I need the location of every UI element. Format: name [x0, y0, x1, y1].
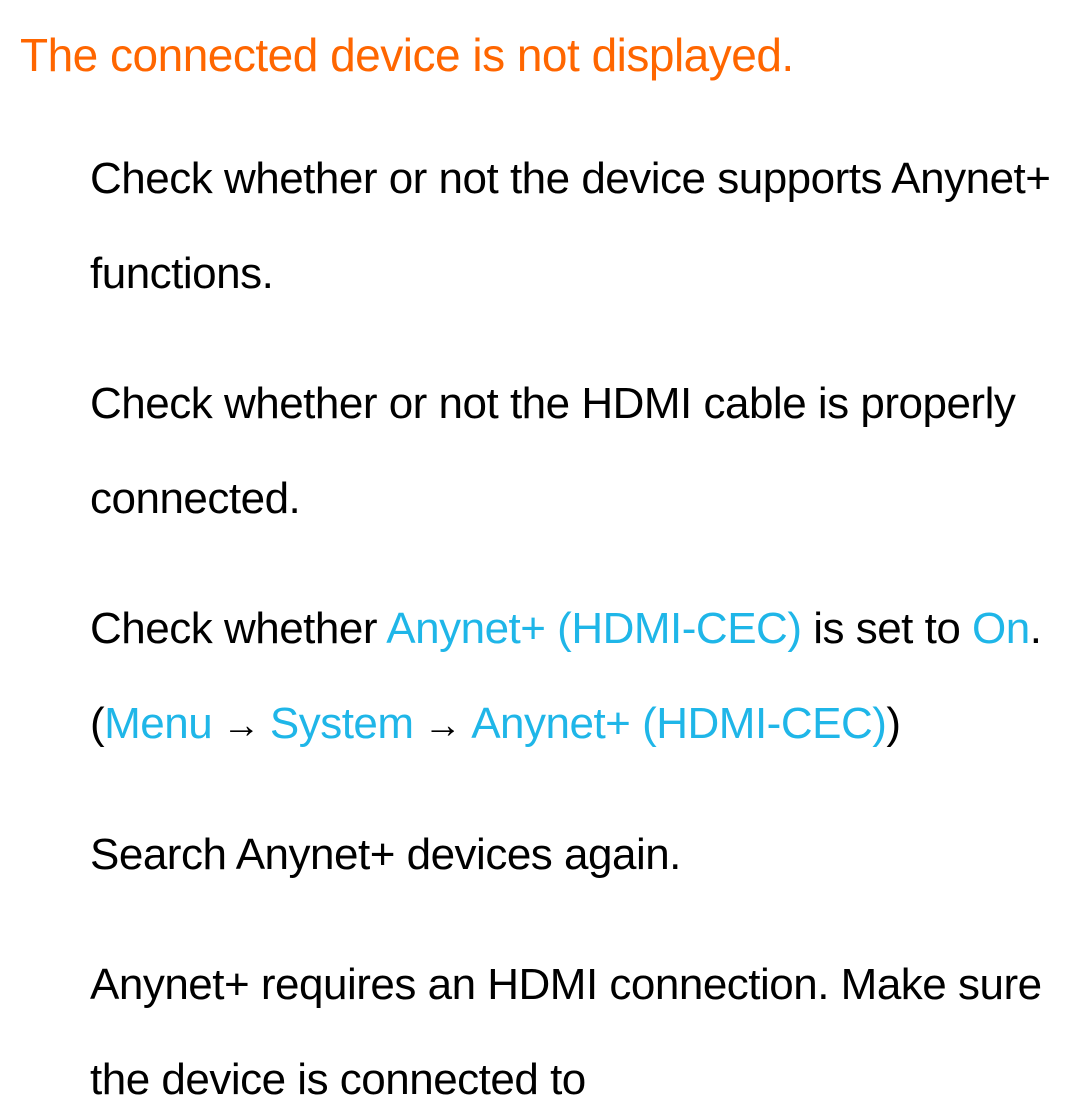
section-heading: The connected device is not displayed. [20, 28, 1060, 82]
list-item: Check whether or not the device supports… [90, 132, 1060, 321]
menu-path-step: System [270, 699, 414, 748]
list-item: Search Anynet+ devices again. [90, 808, 1060, 903]
troubleshoot-list: Check whether or not the device supports… [20, 132, 1060, 1104]
text: is set to [801, 604, 972, 653]
menu-path-step: Anynet+ (HDMI-CEC) [471, 699, 886, 748]
list-item: Check whether or not the HDMI cable is p… [90, 357, 1060, 546]
list-item: Check whether Anynet+ (HDMI-CEC) is set … [90, 582, 1060, 771]
arrow-right-icon: → [212, 705, 270, 747]
setting-value: On [972, 604, 1030, 653]
text: ) [886, 699, 900, 748]
list-item: Anynet+ requires an HDMI connection. Mak… [90, 938, 1060, 1104]
menu-path-step: Menu [104, 699, 212, 748]
help-page: The connected device is not displayed. C… [0, 0, 1080, 1104]
arrow-right-icon: → [414, 705, 472, 747]
setting-name: Anynet+ (HDMI-CEC) [386, 604, 801, 653]
text: Check whether [90, 604, 386, 653]
